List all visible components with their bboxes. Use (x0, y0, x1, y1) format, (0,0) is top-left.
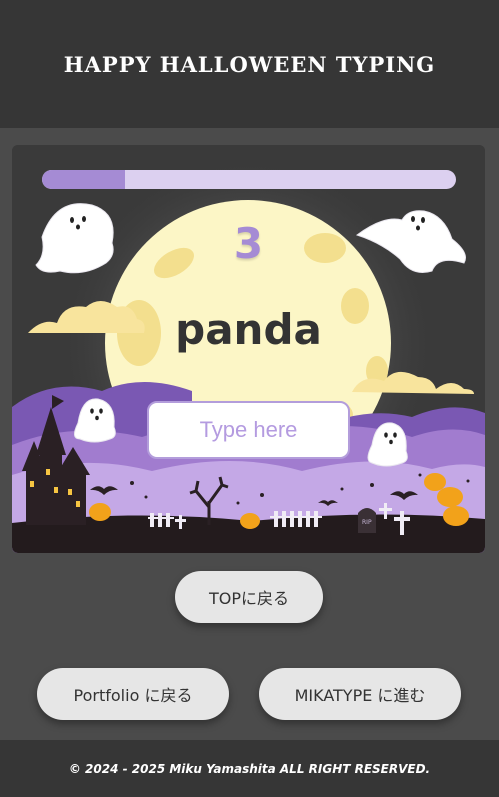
typing-input[interactable] (147, 401, 350, 459)
page-title: HAPPY HALLOWEEN TYPING (63, 51, 436, 77)
go-to-mikatype-button[interactable]: MIKATYPE に進む (259, 668, 461, 720)
countdown-number: 3 (233, 219, 264, 268)
game-panel: RIP 3 panda Type here (12, 145, 485, 553)
progress-fill (42, 170, 125, 189)
back-to-portfolio-button[interactable]: Portfolio に戻る (37, 668, 229, 720)
site-footer: © 2024 - 2025 Miku Yamashita ALL RIGHT R… (0, 740, 499, 797)
svg-text:RIP: RIP (362, 519, 372, 526)
progress-bar (42, 170, 456, 189)
tombstone-icon: RIP (358, 508, 376, 533)
site-header: HAPPY HALLOWEEN TYPING (0, 0, 499, 128)
copyright-text: © 2024 - 2025 Miku Yamashita ALL RIGHT R… (68, 761, 431, 776)
back-to-top-button[interactable]: TOPに戻る (175, 571, 323, 623)
target-word: panda (175, 305, 322, 354)
